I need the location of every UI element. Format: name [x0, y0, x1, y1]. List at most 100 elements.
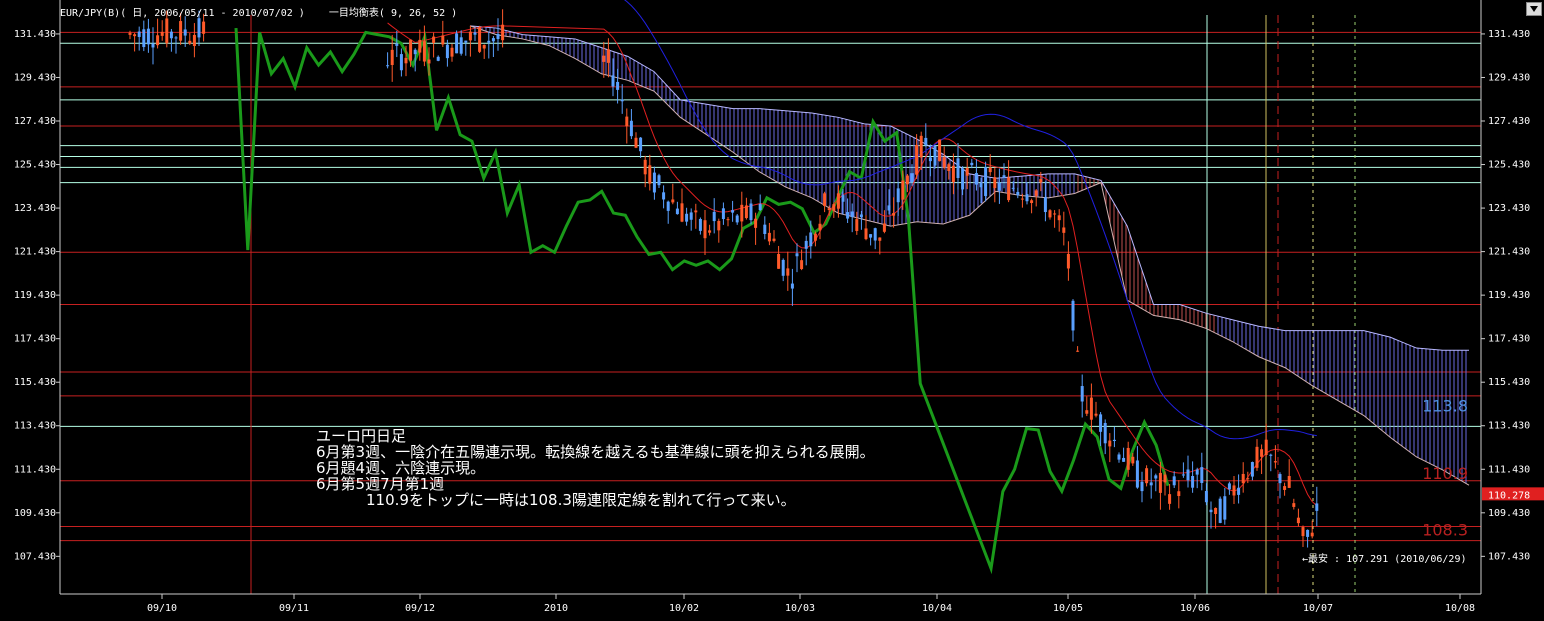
low-annotation: ←最安 : 107.291 (2010/06/29) [1302, 552, 1467, 565]
note-line: 6月題4週、六陰連示現。 [316, 459, 486, 477]
candle-body [137, 31, 141, 37]
candle-body [427, 59, 431, 64]
note-line: 6月第3週、一陰介在五陽連示現。転換線を越えるも基準線に頭を抑えられる展開。 [316, 443, 875, 461]
candle-body [712, 211, 716, 222]
candle-body [1218, 498, 1222, 523]
y-tick-label-left: 113.430 [14, 421, 56, 432]
candle-body [689, 212, 693, 220]
candle-body [1209, 509, 1213, 513]
candle-body [878, 237, 882, 241]
candle-body [685, 213, 689, 222]
candle-body [1080, 386, 1084, 402]
candle-body [767, 232, 771, 242]
candle-body [1283, 486, 1287, 490]
y-tick-label-left: 109.430 [14, 508, 56, 519]
candle-body [1269, 454, 1273, 456]
candle-body [1066, 253, 1070, 269]
y-tick-label-left: 127.430 [14, 116, 56, 127]
candle-body [1158, 472, 1162, 493]
candle-body [1154, 475, 1158, 479]
note-line: 6月第5週7月第1週 [316, 475, 445, 493]
candle-body [1177, 491, 1181, 497]
candle-body [156, 35, 160, 46]
candle-body [1140, 481, 1144, 492]
candle-body [473, 32, 477, 35]
candle-body [666, 201, 670, 211]
candle-body [1301, 527, 1305, 537]
candle-body [487, 40, 491, 43]
indicator-label: 一目均衡表( 9, 26, 52 ) [328, 8, 458, 19]
candle-body [404, 57, 408, 64]
candle-body [634, 137, 638, 148]
candle-body [919, 135, 923, 158]
candle-body [1223, 496, 1227, 520]
candle-body [731, 210, 735, 213]
candle-body [1186, 469, 1190, 481]
candle-body [1011, 187, 1015, 189]
candle-body [970, 162, 974, 166]
candle-body [1232, 485, 1236, 496]
candle-body [1085, 410, 1089, 414]
candle-body [648, 165, 652, 184]
ichimoku-chart[interactable]: 131.430 131.430 129.430 129.430 127.430 127.4… [0, 0, 1544, 621]
y-tick-label-right: 109.430 [1488, 508, 1530, 519]
candle-body [652, 172, 656, 193]
candle-body [657, 175, 661, 186]
candle-body [818, 223, 822, 230]
menu-dropdown-icon[interactable] [1526, 2, 1542, 16]
y-tick-label-left: 111.430 [14, 464, 56, 475]
candle-body [1076, 350, 1080, 352]
candle-body [441, 35, 445, 45]
candle-body [450, 47, 454, 57]
y-tick-label-left: 107.430 [14, 551, 56, 562]
candle-body [1053, 213, 1057, 215]
candle-body [933, 145, 937, 166]
candle-body [169, 31, 173, 39]
candle-body [1131, 456, 1135, 464]
candle-body [901, 180, 905, 200]
candle-body [1264, 439, 1268, 455]
commentary-note: ユーロ円日足 6月第3週、一陰介在五陽連示現。転換線を越えるも基準線に頭を抑えら… [316, 428, 875, 508]
candle-body [1094, 413, 1098, 416]
candle-body [974, 173, 978, 185]
candle-body [662, 192, 666, 200]
candle-body [813, 233, 817, 241]
x-tick-label: 09/11 [279, 603, 309, 614]
candle-body [1062, 227, 1066, 233]
candle-body [850, 211, 854, 218]
candle-body [882, 223, 886, 232]
candle-body [1287, 475, 1291, 488]
y-tick-label-left: 129.430 [14, 72, 56, 83]
candle-body [1237, 487, 1241, 495]
candle-body [781, 259, 785, 276]
candle-body [418, 39, 422, 53]
candle-body [790, 283, 794, 289]
y-tick-label-left: 117.430 [14, 334, 56, 345]
y-tick-label-right: 125.430 [1488, 160, 1530, 171]
candle-body [1103, 422, 1107, 444]
candle-body [1273, 461, 1277, 463]
candle-body [1227, 483, 1231, 490]
candle-body [1296, 517, 1300, 524]
y-tick-label-right: 117.430 [1488, 334, 1530, 345]
y-tick-label-right: 107.430 [1488, 551, 1530, 562]
y-tick-label-left: 115.430 [14, 377, 56, 388]
candle-body [482, 44, 486, 49]
candle-body [993, 177, 997, 189]
candle-body [491, 38, 495, 42]
candle-body [188, 40, 192, 44]
candle-body [892, 213, 896, 216]
candle-body [832, 204, 836, 211]
candle-body [1122, 457, 1126, 462]
candle-body [386, 65, 390, 67]
candle-body [671, 199, 675, 203]
candle-body [179, 21, 183, 41]
candle-body [1025, 194, 1029, 202]
symbol-label: EUR/JPY(B)( 日, 2006/05/11 - 2010/07/02 ) [60, 8, 305, 19]
chart-header: EUR/JPY(B)( 日, 2006/05/11 - 2010/07/02 )… [60, 4, 457, 19]
candle-body [606, 49, 610, 63]
candle-body [1057, 215, 1061, 221]
candle-body [1016, 191, 1020, 196]
candle-body [928, 157, 932, 162]
candle-body [1007, 177, 1011, 201]
